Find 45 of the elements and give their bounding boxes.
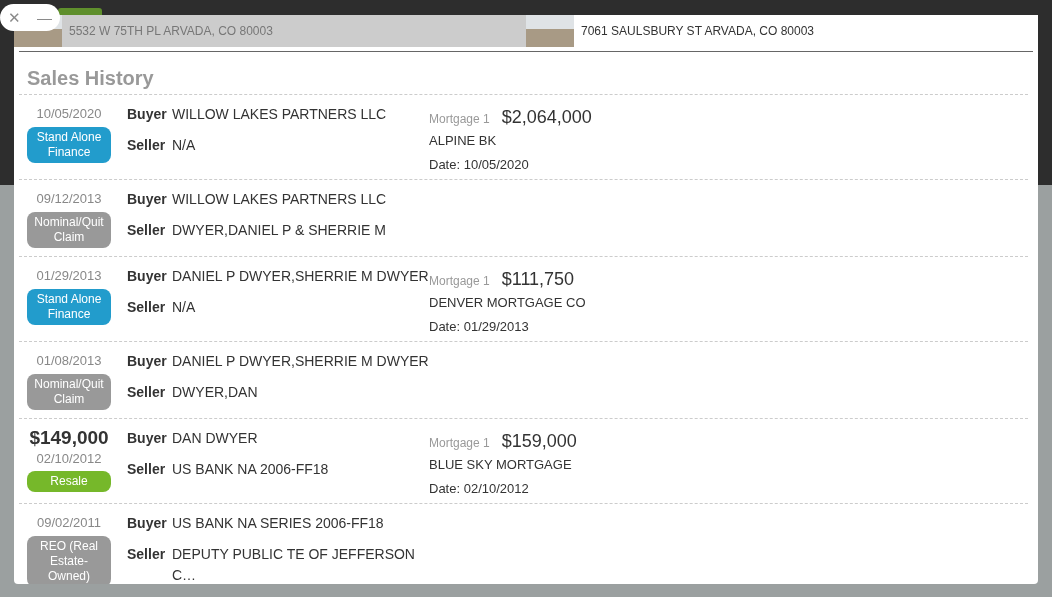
sale-date: 09/12/2013 — [36, 190, 102, 208]
sale-date: 02/10/2012 — [36, 449, 102, 468]
party-name: N/A — [172, 298, 196, 317]
mortgage-date: Date: 02/10/2012 — [429, 479, 530, 498]
mortgage-date: Date: 10/05/2020 — [429, 155, 530, 174]
section-title: Sales History — [27, 66, 155, 90]
sale-date: 01/29/2013 — [36, 267, 102, 285]
mortgage-label: Mortgage 1 — [429, 112, 490, 126]
sale-type-label: Stand Alone Finance — [27, 288, 111, 325]
sale-date: 09/02/2011 — [36, 514, 102, 532]
field-label: Seller — [127, 221, 164, 240]
party-name: N/A — [172, 136, 196, 155]
party-name: WILLOW LAKES PARTNERS LLC — [172, 190, 387, 209]
party-name: DANIEL P DWYER,SHERRIE M DWYER — [172, 267, 429, 286]
sale-type-label: Nominal/Quit Claim — [27, 211, 111, 248]
mortgage-label: Mortgage 1 — [429, 274, 490, 288]
sale-type-label: Resale — [27, 471, 111, 493]
field-label: Seller — [127, 298, 164, 317]
sale-date: 10/05/2020 — [36, 105, 102, 123]
party-name: DWYER,DAN — [172, 383, 258, 402]
field-label: Seller — [127, 460, 164, 479]
sale-price: $149,000 — [29, 428, 109, 449]
mortgage-label: Mortgage 1 — [429, 436, 490, 450]
party-name: DANIEL P DWYER,SHERRIE M DWYER — [172, 352, 429, 371]
photo-placeholder — [526, 15, 574, 47]
party-name: DEPUTY PUBLIC TE OF JEFFERSON C… — [172, 545, 416, 584]
party-name: DAN DWYER — [172, 429, 258, 448]
sale-type-label: Stand Alone Finance — [27, 126, 111, 163]
field-label: Seller — [127, 136, 164, 155]
mortgage-date: Date: 01/29/2013 — [429, 317, 530, 336]
mortgage-amount: $2,064,000 — [501, 107, 592, 127]
party-name: WILLOW LAKES PARTNERS LLC — [172, 105, 387, 124]
party-name: US BANK NA SERIES 2006-FF18 — [172, 514, 384, 533]
sale-date: 01/08/2013 — [36, 352, 102, 370]
mortgage-amount: $111,750 — [501, 269, 575, 289]
sale-type-label: REO (Real Estate-Owned) — [27, 535, 111, 584]
sale-type-label: Nominal/Quit Claim — [27, 373, 111, 410]
lender-name: DENVER MORTGAGE CO — [429, 294, 586, 312]
party-name: US BANK NA 2006-FF18 — [172, 460, 329, 479]
lender-name: ALPINE BK — [429, 132, 498, 150]
mortgage-amount: $159,000 — [501, 431, 577, 451]
field-label: Seller — [127, 383, 164, 402]
party-name: DWYER,DANIEL P & SHERRIE M — [172, 221, 386, 240]
lender-name: BLUE SKY MORTGAGE — [429, 456, 573, 474]
field-label: Seller — [127, 545, 164, 564]
